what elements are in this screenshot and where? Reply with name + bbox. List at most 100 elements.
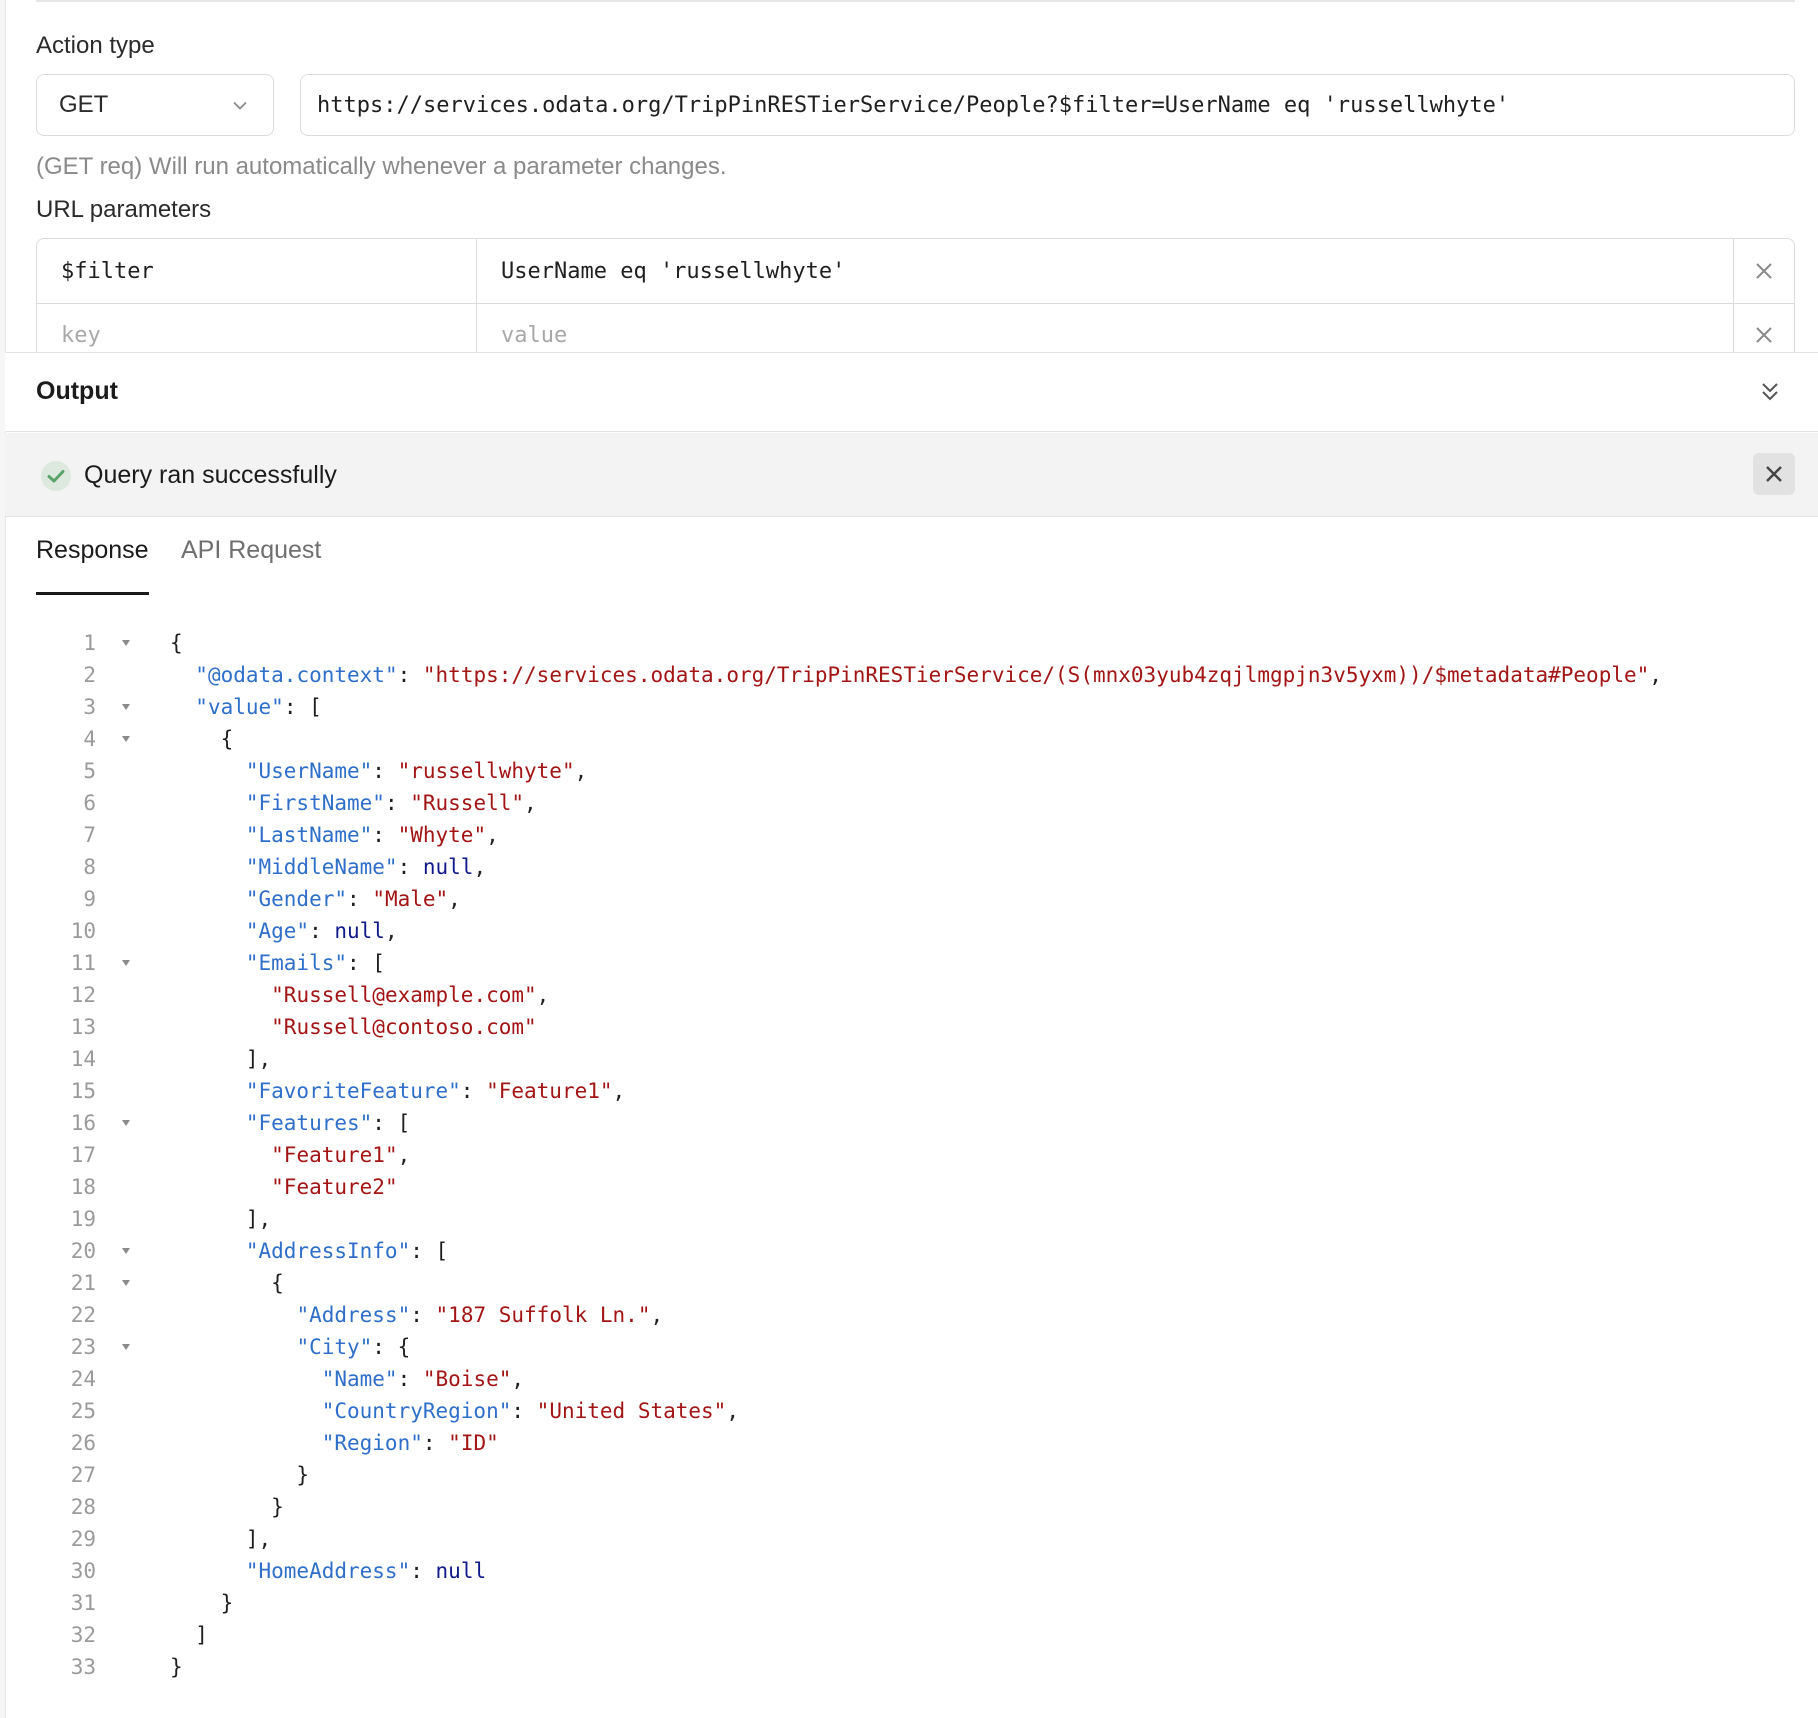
json-string: "Male" — [372, 887, 449, 911]
json-punctuation: : — [460, 1079, 487, 1103]
param-value-input[interactable]: UserName eq 'russellwhyte' — [477, 239, 1734, 303]
json-punctuation — [170, 855, 246, 879]
code-text: "Address": "187 Suffolk Ln.", — [170, 1299, 663, 1331]
code-line: 24 "Name": "Boise", — [0, 1363, 1818, 1395]
remove-param-button[interactable] — [1734, 239, 1794, 303]
fold-toggle-icon[interactable] — [119, 1331, 133, 1363]
code-line: 9 "Gender": "Male", — [0, 883, 1818, 915]
close-icon — [1756, 327, 1772, 343]
line-number: 8 — [83, 855, 96, 879]
json-punctuation — [170, 663, 195, 687]
code-line: 14 ], — [0, 1043, 1818, 1075]
url-input[interactable]: https://services.odata.org/TripPinRESTie… — [300, 74, 1795, 136]
json-null: null — [334, 919, 385, 943]
fold-toggle-icon[interactable] — [119, 1107, 133, 1139]
json-punctuation — [170, 1399, 322, 1423]
code-line: 30 "HomeAddress": null — [0, 1555, 1818, 1587]
line-number: 9 — [83, 887, 96, 911]
code-line: 6 "FirstName": "Russell", — [0, 787, 1818, 819]
url-parameters-table: $filter UserName eq 'russellwhyte' key v… — [36, 238, 1795, 352]
line-number: 24 — [70, 1367, 96, 1391]
code-text: "Russell@contoso.com" — [170, 1011, 537, 1043]
line-number: 3 — [83, 695, 96, 719]
json-punctuation: { — [170, 727, 234, 751]
output-title: Output — [36, 377, 118, 405]
json-punctuation — [170, 1559, 246, 1583]
code-text: } — [170, 1587, 234, 1619]
code-line: 12 "Russell@example.com", — [0, 979, 1818, 1011]
json-punctuation: } — [170, 1495, 284, 1519]
json-punctuation: , — [384, 919, 398, 943]
json-punctuation: } — [170, 1591, 234, 1615]
code-line: 13 "Russell@contoso.com" — [0, 1011, 1818, 1043]
json-punctuation: , — [612, 1079, 626, 1103]
json-null: null — [422, 855, 474, 879]
fold-toggle-icon[interactable] — [119, 947, 133, 979]
json-punctuation — [170, 695, 195, 719]
json-punctuation — [170, 1079, 246, 1103]
json-punctuation: ] — [170, 1623, 208, 1647]
json-key: "Address" — [296, 1303, 411, 1327]
json-punctuation: ], — [170, 1207, 272, 1231]
method-select[interactable]: GET — [36, 74, 274, 136]
json-punctuation: : — [397, 1367, 423, 1391]
code-text: "AddressInfo": [ — [170, 1235, 448, 1267]
json-punctuation: : [ — [283, 695, 322, 719]
tab-api-request[interactable]: API Request — [181, 536, 321, 565]
method-value: GET — [59, 91, 109, 118]
json-punctuation: : — [397, 855, 423, 879]
line-number: 10 — [70, 919, 96, 943]
param-value-placeholder[interactable]: value — [477, 303, 1734, 352]
json-key: "FirstName" — [245, 791, 385, 815]
line-number: 19 — [70, 1207, 96, 1231]
json-punctuation: , — [448, 887, 461, 911]
close-icon — [1766, 466, 1782, 482]
json-punctuation: : — [410, 1559, 436, 1583]
code-line: 28 } — [0, 1491, 1818, 1523]
chevron-down-icon — [229, 94, 251, 116]
code-text: "Features": [ — [170, 1107, 410, 1139]
collapse-output-icon[interactable] — [1757, 379, 1783, 405]
line-number: 11 — [70, 951, 96, 975]
param-key-input[interactable]: $filter — [37, 239, 477, 303]
active-tab-indicator — [36, 592, 149, 595]
code-text: "Feature2" — [170, 1171, 397, 1203]
code-line: 10 "Age": null, — [0, 915, 1818, 947]
dismiss-status-button[interactable] — [1753, 453, 1795, 495]
json-punctuation — [170, 759, 246, 783]
param-key-placeholder[interactable]: key — [37, 303, 477, 352]
code-text: ], — [170, 1043, 271, 1075]
code-line: 2 "@odata.context": "https://services.od… — [0, 659, 1818, 691]
fold-toggle-icon[interactable] — [119, 723, 133, 755]
json-punctuation — [170, 1367, 322, 1391]
code-line: 4 { — [0, 723, 1818, 755]
json-punctuation: : [ — [410, 1239, 449, 1263]
remove-param-button[interactable] — [1734, 303, 1794, 352]
fold-toggle-icon[interactable] — [119, 1235, 133, 1267]
line-number: 18 — [70, 1175, 96, 1199]
output-header: Output — [5, 352, 1818, 432]
line-number: 32 — [70, 1623, 96, 1647]
json-punctuation — [170, 1143, 271, 1167]
line-number: 1 — [83, 631, 96, 655]
json-punctuation: , — [397, 1143, 411, 1167]
response-json-viewer: 1 {2 "@odata.context": "https://services.… — [0, 627, 1818, 1683]
fold-toggle-icon[interactable] — [119, 627, 133, 659]
tab-response[interactable]: Response — [36, 536, 149, 565]
json-key: "AddressInfo" — [245, 1239, 411, 1263]
code-line: 27 } — [0, 1459, 1818, 1491]
json-key: "Name" — [321, 1367, 398, 1391]
line-number: 23 — [70, 1335, 96, 1359]
json-string: "Feature1" — [271, 1143, 398, 1167]
line-number: 27 — [70, 1463, 96, 1487]
code-text: "Name": "Boise", — [170, 1363, 524, 1395]
fold-toggle-icon[interactable] — [119, 1267, 133, 1299]
code-text: "Russell@example.com", — [170, 979, 549, 1011]
code-line: 23 "City": { — [0, 1331, 1818, 1363]
json-punctuation — [170, 1335, 296, 1359]
json-key: "MiddleName" — [245, 855, 398, 879]
json-punctuation — [170, 1111, 246, 1135]
fold-toggle-icon[interactable] — [119, 691, 133, 723]
json-key: "City" — [296, 1335, 373, 1359]
json-string: "russellwhyte" — [397, 759, 575, 783]
